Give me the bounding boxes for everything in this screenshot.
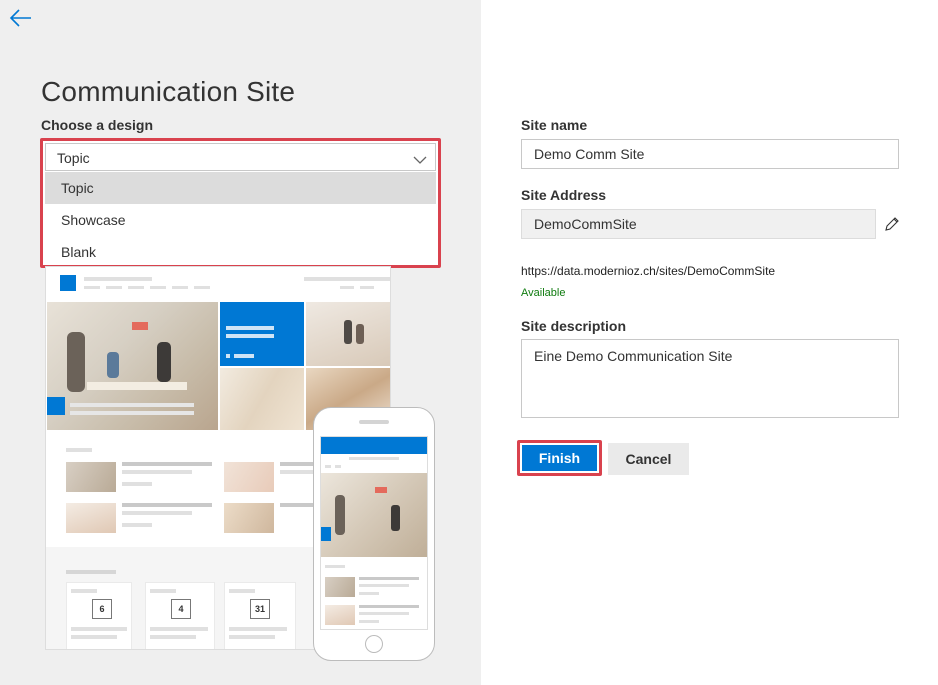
preview-text-line: [229, 589, 255, 593]
design-panel: Communication Site Choose a design Topic…: [0, 0, 481, 685]
preview-image: [66, 503, 116, 533]
preview-text-line: [122, 482, 152, 486]
preview-image: [224, 503, 274, 533]
cancel-button[interactable]: Cancel: [608, 443, 689, 475]
chevron-down-icon: [413, 152, 427, 164]
site-name-label: Site name: [521, 117, 588, 133]
preview-event-card: 6: [66, 582, 132, 649]
preview-text-line: [71, 589, 97, 593]
preview-text-line: [150, 635, 196, 639]
finish-highlight: Finish: [517, 440, 602, 476]
preview-text-line: [71, 635, 117, 639]
preview-text-line: [359, 592, 379, 595]
phone-screen: [320, 436, 428, 630]
preview-text-line: [122, 511, 192, 515]
preview-text-line: [229, 627, 287, 631]
preview-accent-block: [47, 397, 65, 415]
phone-preview: [313, 407, 435, 661]
arrow-left-icon[interactable]: [8, 6, 34, 30]
preview-text-line: [70, 411, 194, 415]
preview-date-number: 6: [92, 599, 112, 619]
preview-blue-tile: [220, 302, 304, 366]
preview-text-line: [128, 286, 144, 289]
phone-header-bar: [321, 444, 427, 454]
site-url: https://data.modernioz.ch/sites/DemoComm…: [521, 264, 776, 278]
page-title: Communication Site: [41, 76, 296, 107]
preview-text-line: [340, 286, 354, 289]
preview-event-card: 31: [224, 582, 296, 649]
preview-text-line: [122, 523, 152, 527]
phone-speaker: [359, 420, 389, 424]
preview-event-card: 4: [145, 582, 215, 649]
preview-image: [325, 605, 355, 625]
phone-status-bar: [321, 437, 427, 444]
finish-button[interactable]: Finish: [522, 445, 597, 471]
preview-text-line: [359, 605, 419, 608]
preview-text-line: [280, 470, 314, 474]
preview-text-line: [325, 565, 345, 568]
preview-image: [306, 302, 390, 366]
availability-status: Available: [521, 287, 566, 299]
preview-text-line: [335, 465, 341, 468]
preview-image: [325, 577, 355, 597]
preview-text-line: [71, 627, 127, 631]
design-dropdown: Topic Topic Showcase Blank: [40, 138, 441, 268]
site-address-input[interactable]: [521, 209, 876, 239]
phone-hero-image: [321, 473, 427, 557]
preview-text-line: [172, 286, 188, 289]
preview-image: [220, 368, 304, 430]
preview-text-line: [359, 620, 379, 623]
preview-text-line: [122, 503, 212, 507]
preview-text-line: [359, 577, 419, 580]
preview-text-line: [349, 457, 399, 460]
preview-text-line: [84, 286, 100, 289]
site-description-label: Site description: [521, 318, 627, 334]
preview-text-line: [122, 470, 192, 474]
preview-text-line: [359, 584, 409, 587]
preview-text-line: [106, 286, 122, 289]
preview-date-number: 31: [250, 599, 270, 619]
preview-text-line: [70, 403, 194, 407]
site-form: Site name Site Address https://data.mode…: [481, 0, 938, 685]
preview-date-number: 4: [171, 599, 191, 619]
preview-accent-block: [321, 527, 331, 541]
design-options-list: Topic Showcase Blank: [45, 172, 436, 268]
design-option-showcase[interactable]: Showcase: [45, 204, 436, 236]
design-select[interactable]: Topic: [45, 143, 436, 171]
pencil-icon[interactable]: [884, 216, 900, 232]
preview-text-line: [150, 627, 208, 631]
site-address-label: Site Address: [521, 187, 607, 203]
preview-text-line: [122, 462, 212, 466]
preview-text-line: [150, 286, 166, 289]
choose-design-label: Choose a design: [41, 117, 154, 133]
preview-text-line: [66, 448, 92, 452]
preview-text-line: [150, 589, 176, 593]
design-option-blank[interactable]: Blank: [45, 236, 436, 268]
design-option-topic[interactable]: Topic: [45, 172, 436, 204]
preview-text-line: [325, 465, 331, 468]
preview-text-line: [229, 635, 275, 639]
preview-text-line: [360, 286, 374, 289]
preview-text-line: [304, 277, 390, 281]
site-name-input[interactable]: [521, 139, 899, 169]
preview-text-line: [359, 612, 409, 615]
preview-text-line: [66, 570, 116, 574]
preview-logo: [60, 275, 76, 291]
preview-text-line: [84, 277, 152, 281]
design-select-value: Topic: [57, 150, 90, 166]
phone-home-button: [365, 635, 383, 653]
preview-image: [224, 462, 274, 492]
preview-text-line: [194, 286, 210, 289]
preview-image: [66, 462, 116, 492]
site-description-input[interactable]: Eine Demo Communication Site: [521, 339, 899, 418]
